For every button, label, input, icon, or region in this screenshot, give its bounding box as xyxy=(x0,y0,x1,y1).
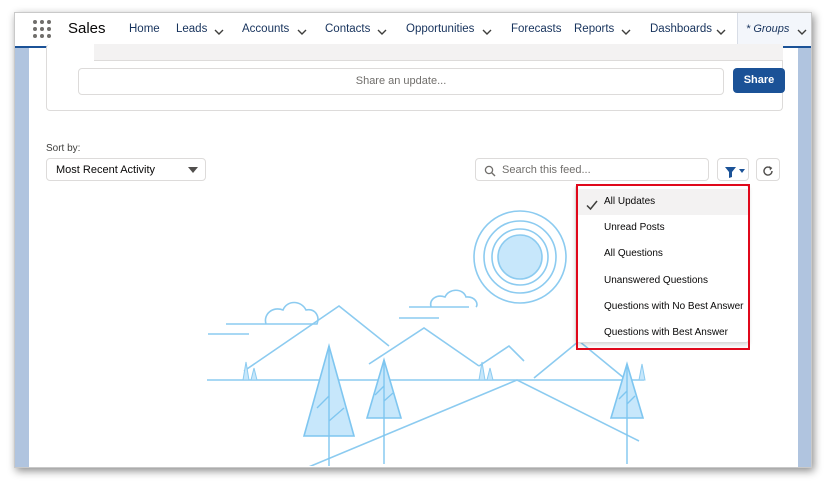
nav-item-forecasts[interactable]: Forecasts xyxy=(511,13,562,46)
filter-icon xyxy=(725,165,736,183)
chevron-down-icon[interactable] xyxy=(482,24,492,35)
nav-item-contacts[interactable]: Contacts xyxy=(325,13,370,46)
nav-item-leads[interactable]: Leads xyxy=(176,13,207,46)
app-launcher-icon[interactable] xyxy=(33,20,51,38)
filter-button[interactable] xyxy=(717,158,749,181)
chevron-down-icon[interactable] xyxy=(716,24,726,35)
chevron-down-icon[interactable] xyxy=(797,24,807,35)
nav-item-dashboards[interactable]: Dashboards xyxy=(650,13,712,46)
sort-by-label: Sort by: xyxy=(46,143,81,154)
nav-item-opportunities[interactable]: Opportunities xyxy=(406,13,474,46)
search-feed-input[interactable]: Search this feed... xyxy=(475,158,709,181)
highlight-box xyxy=(576,184,750,350)
caret-down-icon xyxy=(188,167,198,173)
tab-groups-label: * Groups xyxy=(746,23,790,35)
publisher: Share an update... Share xyxy=(46,44,785,111)
nav-item-home[interactable]: Home xyxy=(129,13,160,46)
search-icon xyxy=(484,164,496,182)
nav-item-reports[interactable]: Reports xyxy=(574,13,614,46)
share-update-input[interactable]: Share an update... xyxy=(78,68,724,95)
chevron-down-icon[interactable] xyxy=(297,24,307,35)
sort-by-value: Most Recent Activity xyxy=(56,164,156,176)
app-name: Sales xyxy=(68,20,106,37)
caret-down-icon xyxy=(739,169,745,173)
global-navigation-bar: Sales Home Leads Accounts Contacts Oppor… xyxy=(15,13,811,48)
sort-by-select[interactable]: Most Recent Activity xyxy=(46,158,206,181)
nav-item-accounts[interactable]: Accounts xyxy=(242,13,289,46)
search-placeholder: Search this feed... xyxy=(502,164,591,176)
refresh-button[interactable] xyxy=(756,158,780,181)
refresh-icon xyxy=(762,164,774,182)
publisher-tab-strip xyxy=(94,44,783,61)
chevron-down-icon[interactable] xyxy=(214,24,224,35)
chevron-down-icon[interactable] xyxy=(377,24,387,35)
chevron-down-icon[interactable] xyxy=(621,24,631,35)
share-button[interactable]: Share xyxy=(733,68,785,93)
tab-groups[interactable]: * Groups xyxy=(737,13,811,46)
